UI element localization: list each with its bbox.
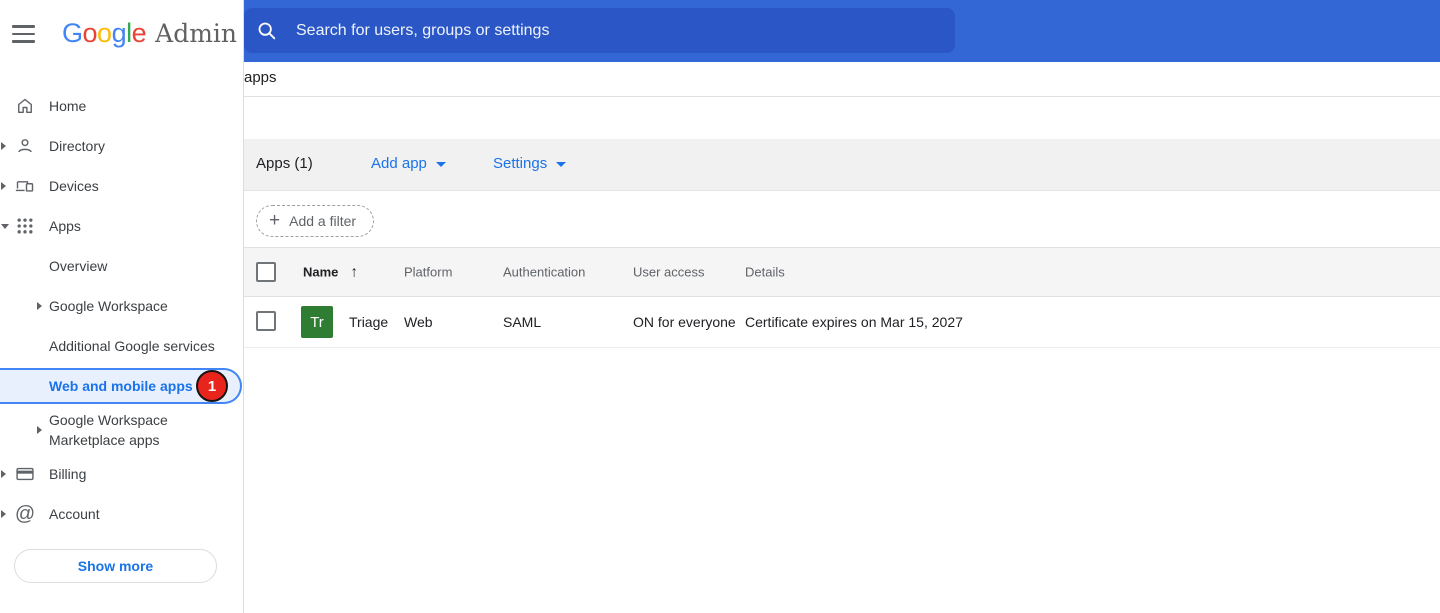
home-icon bbox=[15, 96, 35, 116]
settings-label: Settings bbox=[493, 155, 547, 172]
table-header-row: Name ↑ Platform Authentication User acce… bbox=[243, 247, 1440, 297]
logo-letter-2: o bbox=[97, 18, 112, 48]
logo-admin-text: Admin bbox=[155, 19, 237, 48]
sidebar-item-overview[interactable]: Overview bbox=[0, 246, 243, 286]
sidebar-item-google-workspace[interactable]: Google Workspace bbox=[0, 286, 243, 326]
column-header-details: Details bbox=[745, 265, 785, 280]
at-sign-icon: @ bbox=[15, 504, 35, 524]
chevron-right-icon[interactable] bbox=[1, 470, 6, 478]
caret-down-icon bbox=[556, 162, 566, 167]
logo-letter-5: e bbox=[132, 18, 147, 48]
table-row[interactable]: Tr Triage Web SAML ON for everyone Certi… bbox=[243, 297, 1440, 348]
apps-toolbar: Apps (1) Add app Settings bbox=[243, 139, 1440, 191]
settings-button[interactable]: Settings bbox=[493, 155, 566, 172]
logo-letter-3: g bbox=[112, 18, 127, 48]
cell-authentication: SAML bbox=[503, 314, 541, 330]
sidebar-item-billing[interactable]: Billing bbox=[0, 454, 243, 494]
sidebar-item-label: Web and mobile apps bbox=[49, 378, 193, 394]
cell-name: Triage bbox=[349, 314, 388, 330]
column-header-authentication: Authentication bbox=[503, 265, 585, 280]
breadcrumb: apps bbox=[244, 69, 277, 86]
sidebar-item-label: Devices bbox=[49, 178, 99, 194]
app-header-bar bbox=[244, 0, 1440, 62]
select-all-checkbox[interactable] bbox=[256, 262, 276, 282]
sidebar-item-account[interactable]: @ Account bbox=[0, 494, 243, 534]
sidebar-item-additional-google-services[interactable]: Additional Google services bbox=[0, 326, 243, 366]
sidebar-item-label: Additional Google services bbox=[49, 338, 215, 354]
sidebar-item-label: Directory bbox=[49, 138, 105, 154]
sidebar-item-directory[interactable]: Directory bbox=[0, 126, 243, 166]
sidebar-item-apps[interactable]: Apps bbox=[0, 206, 243, 246]
apps-count-title: Apps (1) bbox=[256, 155, 313, 172]
sidebar-item-devices[interactable]: Devices bbox=[0, 166, 243, 206]
credit-card-icon bbox=[15, 464, 35, 484]
chevron-right-icon[interactable] bbox=[1, 510, 6, 518]
apps-grid-icon bbox=[15, 216, 35, 236]
sidebar-item-google-workspace-marketplace-apps[interactable]: Google Workspace Marketplace apps bbox=[0, 410, 243, 450]
plus-icon: + bbox=[269, 211, 280, 230]
add-filter-button[interactable]: + Add a filter bbox=[256, 205, 374, 237]
chevron-right-icon[interactable] bbox=[1, 182, 6, 190]
logo-letter-0: G bbox=[62, 18, 83, 48]
sidebar-item-home[interactable]: Home bbox=[0, 86, 243, 126]
cell-user-access: ON for everyone bbox=[633, 314, 736, 330]
show-more-button[interactable]: Show more bbox=[14, 549, 217, 583]
chevron-down-icon[interactable] bbox=[1, 224, 9, 229]
sidebar-item-label: Apps bbox=[49, 218, 81, 234]
sidebar-item-label: Billing bbox=[49, 466, 86, 482]
sort-ascending-icon: ↑ bbox=[350, 264, 358, 281]
sidebar-item-label: Overview bbox=[49, 258, 107, 274]
sidebar-item-label: Account bbox=[49, 506, 100, 522]
person-icon bbox=[15, 136, 35, 156]
sidebar-item-label: Google Workspace Marketplace apps bbox=[49, 410, 209, 450]
devices-icon bbox=[15, 176, 35, 196]
column-header-user-access: User access bbox=[633, 265, 705, 280]
hamburger-menu-icon[interactable] bbox=[12, 25, 35, 43]
google-admin-console: GoogleAdmin Home Directory Devices bbox=[0, 0, 1440, 613]
add-filter-label: Add a filter bbox=[289, 213, 356, 229]
sidebar-item-label: Google Workspace bbox=[49, 298, 168, 314]
search-bar[interactable] bbox=[244, 8, 955, 53]
add-app-button[interactable]: Add app bbox=[371, 155, 446, 172]
divider bbox=[243, 96, 1440, 97]
caret-down-icon bbox=[436, 162, 446, 167]
search-icon bbox=[256, 20, 278, 42]
chevron-right-icon[interactable] bbox=[37, 302, 42, 310]
column-header-platform: Platform bbox=[404, 265, 452, 280]
row-checkbox[interactable] bbox=[256, 311, 276, 331]
google-admin-logo[interactable]: GoogleAdmin bbox=[62, 18, 237, 49]
sidebar-item-label: Home bbox=[49, 98, 86, 114]
column-header-name[interactable]: Name ↑ bbox=[303, 264, 358, 281]
chevron-right-icon[interactable] bbox=[1, 142, 6, 150]
logo-letter-1: o bbox=[83, 18, 98, 48]
search-input[interactable] bbox=[278, 8, 955, 53]
sidebar: GoogleAdmin Home Directory Devices bbox=[0, 0, 244, 613]
cell-details: Certificate expires on Mar 15, 2027 bbox=[745, 314, 963, 330]
chevron-right-icon[interactable] bbox=[37, 426, 42, 434]
app-avatar: Tr bbox=[301, 306, 333, 338]
add-app-label: Add app bbox=[371, 155, 427, 172]
annotation-badge: 1 bbox=[196, 370, 228, 402]
cell-platform: Web bbox=[404, 314, 433, 330]
